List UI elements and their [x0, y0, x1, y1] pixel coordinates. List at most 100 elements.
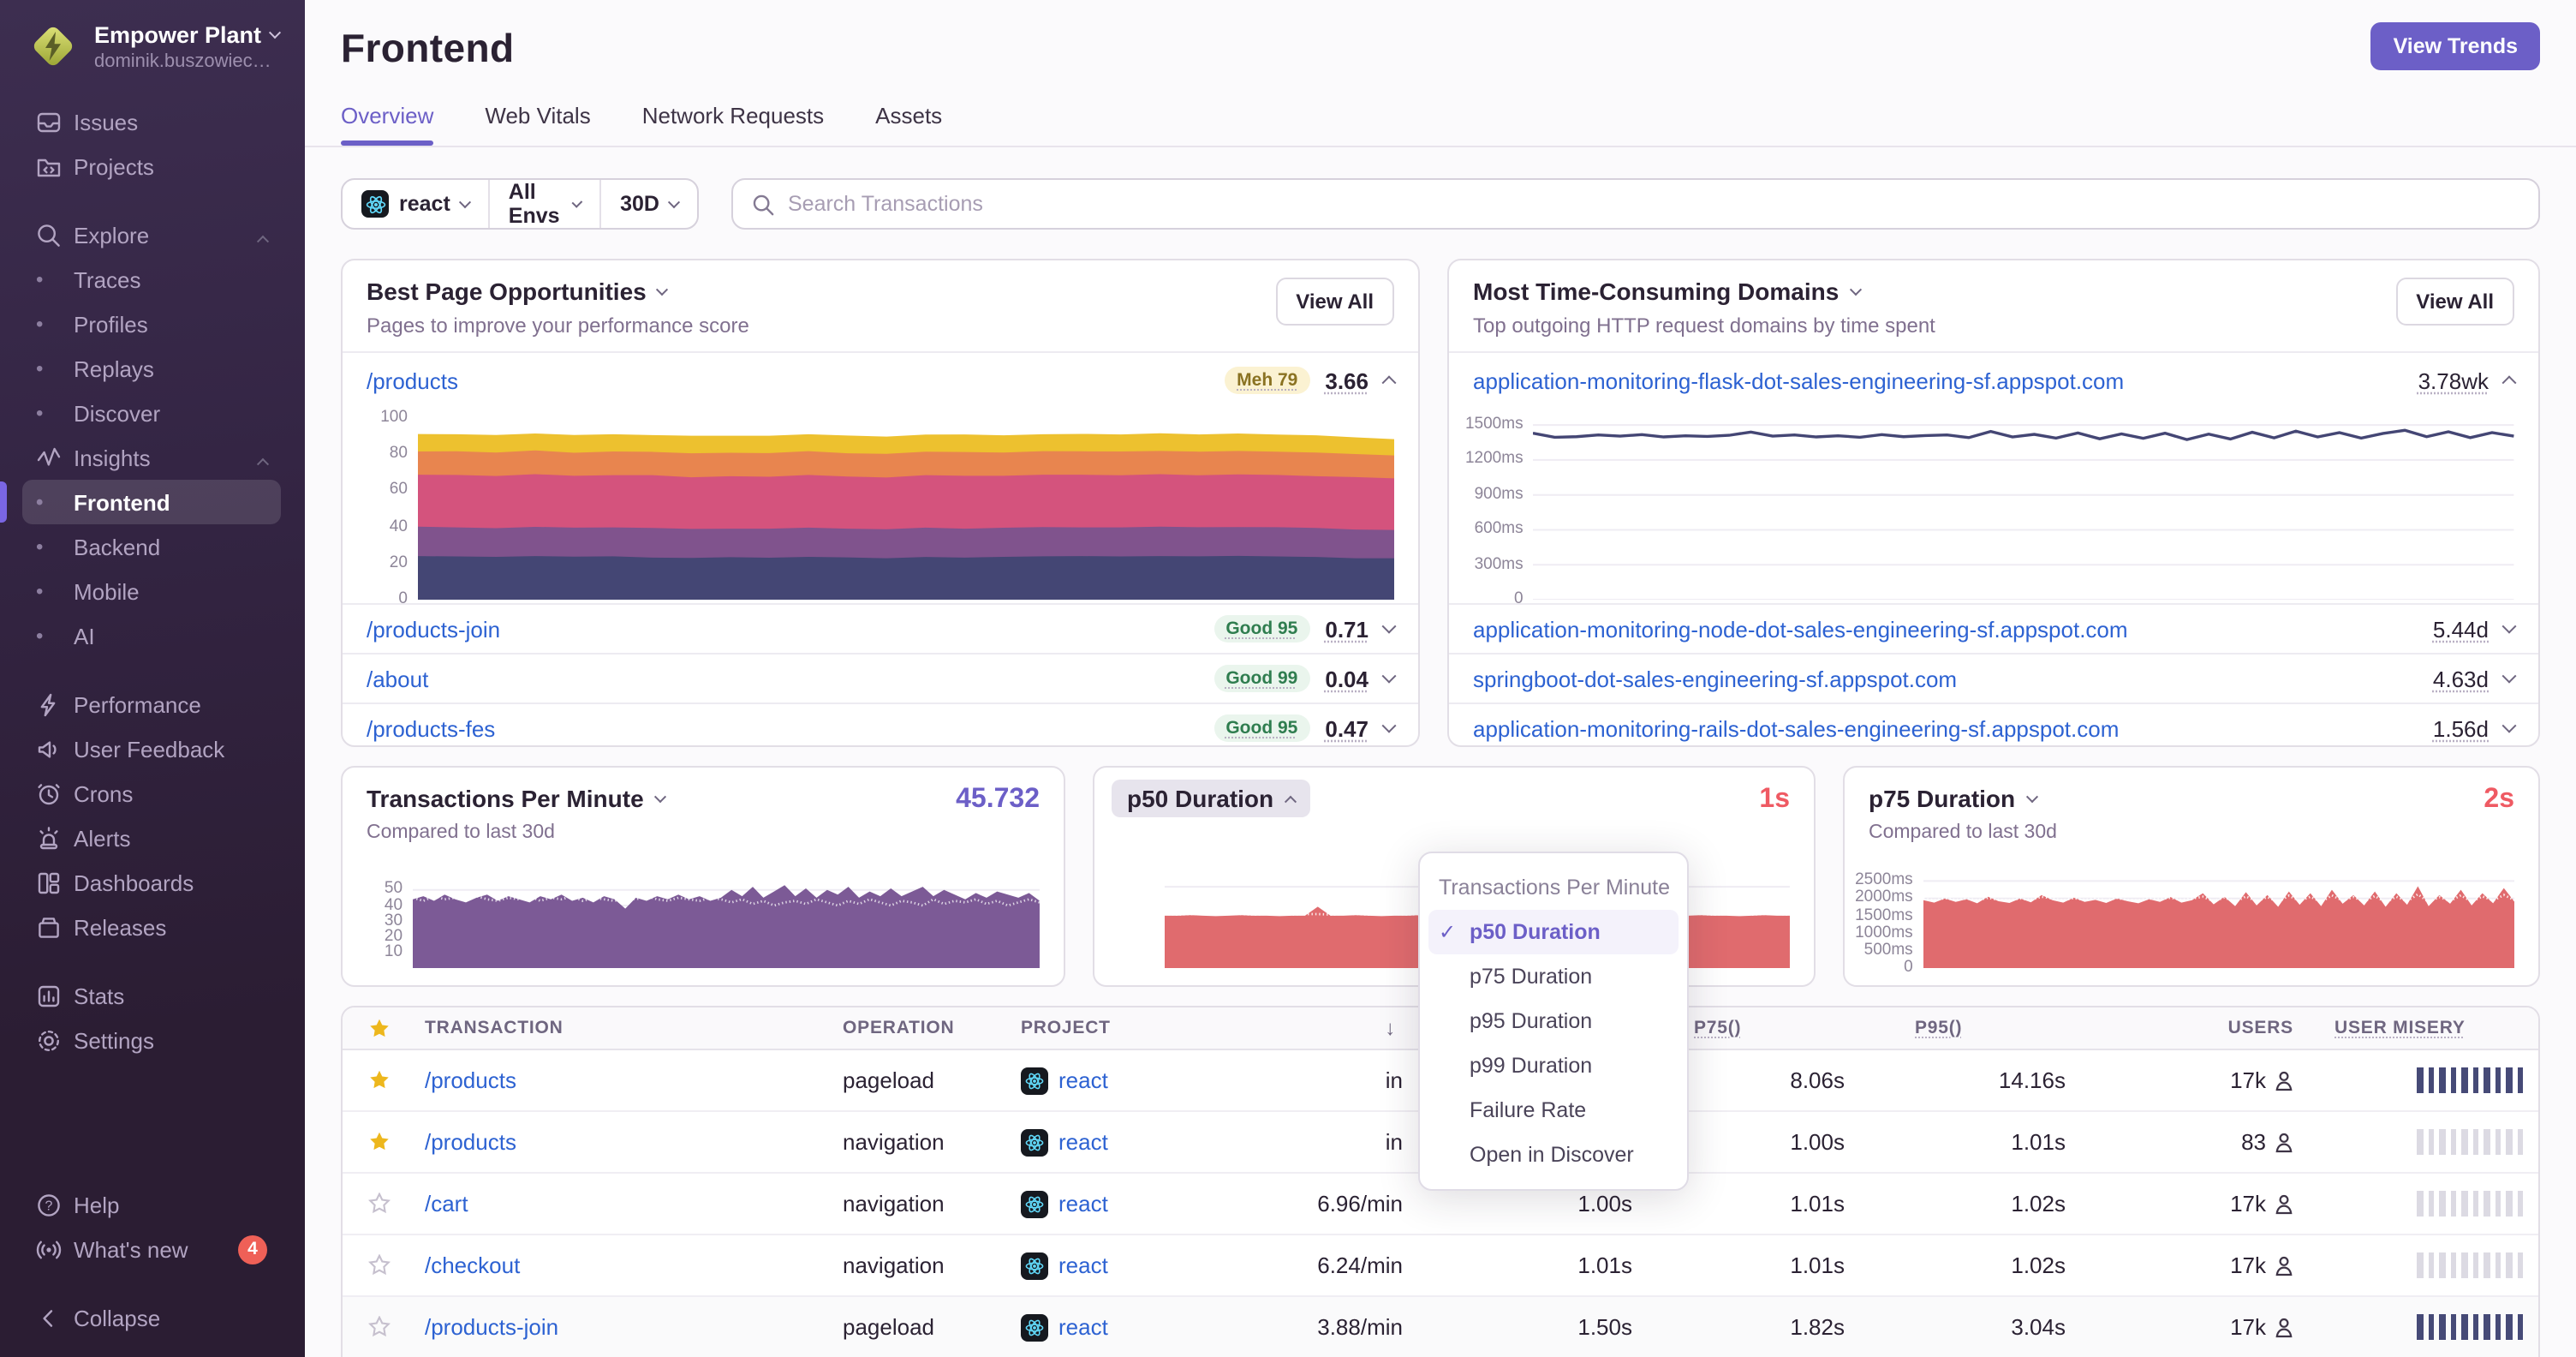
- tab-assets[interactable]: Assets: [875, 103, 942, 146]
- best-pages-title[interactable]: Best Page Opportunities: [367, 278, 647, 305]
- sidebar-item-what-s-new[interactable]: What's new 4: [22, 1227, 281, 1271]
- project-link[interactable]: react: [1058, 1252, 1108, 1278]
- sidebar-item-settings[interactable]: Settings: [22, 1018, 281, 1062]
- col-user-misery[interactable]: USER MISERY: [2334, 1018, 2466, 1038]
- project-filter[interactable]: react: [343, 180, 488, 228]
- sidebar-item-collapse[interactable]: Collapse: [22, 1295, 281, 1340]
- domains-view-all-button[interactable]: View All: [2395, 278, 2514, 326]
- domain-link[interactable]: springboot-dot-sales-engineering-sf.apps…: [1473, 666, 1957, 691]
- sidebar-item-mobile[interactable]: • Mobile: [22, 569, 281, 613]
- project-link[interactable]: react: [1058, 1314, 1108, 1340]
- row-expand-toggle[interactable]: [2501, 375, 2517, 391]
- sidebar-item-dashboards[interactable]: Dashboards: [22, 860, 281, 905]
- star-icon[interactable]: [367, 1193, 390, 1215]
- best-pages-view-all-button[interactable]: View All: [1275, 278, 1394, 326]
- sidebar-item-crons[interactable]: Crons: [22, 771, 281, 816]
- favorite-column-header[interactable]: [343, 1017, 414, 1039]
- period-filter[interactable]: 30D: [599, 180, 697, 228]
- sidebar-item-stats[interactable]: Stats: [22, 973, 281, 1018]
- time-spent-value[interactable]: 1.56d: [2433, 715, 2489, 741]
- row-expand-toggle[interactable]: [2501, 718, 2517, 733]
- menu-item-p99-duration[interactable]: p99 Duration: [1428, 1043, 1679, 1088]
- col-p75[interactable]: P75(): [1694, 1018, 1741, 1038]
- page-link[interactable]: /products-fes: [367, 715, 495, 741]
- sort-down-icon[interactable]: ↓: [1201, 1016, 1406, 1040]
- sidebar-item-traces[interactable]: • Traces: [22, 257, 281, 302]
- menu-item-transactions-per-minute[interactable]: Transactions Per Minute: [1428, 865, 1679, 910]
- sidebar-item-backend[interactable]: • Backend: [22, 524, 281, 569]
- favorite-toggle[interactable]: [343, 1069, 414, 1091]
- opportunity-score[interactable]: 0.71: [1325, 616, 1368, 642]
- domain-link[interactable]: application-monitoring-flask-dot-sales-e…: [1473, 368, 2124, 393]
- domain-link[interactable]: application-monitoring-rails-dot-sales-e…: [1473, 715, 2119, 741]
- transaction-link[interactable]: /checkout: [425, 1252, 520, 1278]
- menu-item-p50-duration[interactable]: ✓ p50 Duration: [1428, 910, 1679, 954]
- time-spent-value[interactable]: 5.44d: [2433, 616, 2489, 642]
- row-expand-toggle[interactable]: [1381, 668, 1397, 684]
- menu-item-p95-duration[interactable]: p95 Duration: [1428, 999, 1679, 1043]
- view-trends-button[interactable]: View Trends: [2370, 22, 2540, 70]
- star-icon[interactable]: [367, 1069, 390, 1091]
- row-expand-toggle[interactable]: [1381, 375, 1397, 391]
- favorite-toggle[interactable]: [343, 1254, 414, 1276]
- opportunity-score[interactable]: 0.47: [1325, 715, 1368, 741]
- favorite-toggle[interactable]: [343, 1316, 414, 1338]
- row-expand-toggle[interactable]: [1381, 718, 1397, 733]
- sidebar-item-user-feedback[interactable]: User Feedback: [22, 726, 281, 771]
- sidebar-item-issues[interactable]: Issues: [22, 99, 281, 144]
- menu-item-open-in-discover[interactable]: Open in Discover: [1428, 1133, 1679, 1177]
- col-users[interactable]: USERS: [2069, 1018, 2297, 1038]
- row-expand-toggle[interactable]: [2501, 668, 2517, 684]
- col-transaction[interactable]: TRANSACTION: [414, 1018, 832, 1038]
- transaction-link[interactable]: /products: [425, 1067, 516, 1093]
- project-link[interactable]: react: [1058, 1067, 1108, 1093]
- star-icon[interactable]: [367, 1254, 390, 1276]
- tpm-title[interactable]: Transactions Per Minute: [367, 785, 644, 812]
- col-project[interactable]: PROJECT: [1004, 1018, 1201, 1038]
- menu-item-failure-rate[interactable]: Failure Rate: [1428, 1088, 1679, 1133]
- domains-title[interactable]: Most Time-Consuming Domains: [1473, 278, 1839, 305]
- row-expand-toggle[interactable]: [1381, 619, 1397, 634]
- domain-link[interactable]: application-monitoring-node-dot-sales-en…: [1473, 616, 2128, 642]
- sidebar-item-releases[interactable]: Releases: [22, 905, 281, 949]
- star-icon[interactable]: [367, 1316, 390, 1338]
- sidebar-item-alerts[interactable]: Alerts: [22, 816, 281, 860]
- sidebar-item-replays[interactable]: • Replays: [22, 346, 281, 391]
- row-expand-toggle[interactable]: [2501, 619, 2517, 634]
- project-link[interactable]: react: [1058, 1191, 1108, 1217]
- time-spent-value[interactable]: 4.63d: [2433, 666, 2489, 691]
- menu-item-p75-duration[interactable]: p75 Duration: [1428, 954, 1679, 999]
- sidebar-item-insights[interactable]: Insights: [22, 435, 281, 480]
- p50-metric-selector[interactable]: p50 Duration: [1112, 780, 1310, 817]
- page-link[interactable]: /products-join: [367, 616, 500, 642]
- env-filter[interactable]: All Envs: [487, 180, 599, 228]
- sidebar-item-projects[interactable]: Projects: [22, 144, 281, 188]
- transaction-link[interactable]: /cart: [425, 1191, 468, 1217]
- col-operation[interactable]: OPERATION: [832, 1018, 1004, 1038]
- project-link[interactable]: react: [1058, 1129, 1108, 1155]
- sidebar-item-discover[interactable]: • Discover: [22, 391, 281, 435]
- sidebar-item-performance[interactable]: Performance: [22, 682, 281, 726]
- tab-overview[interactable]: Overview: [341, 103, 434, 146]
- time-spent-value[interactable]: 3.78wk: [2418, 368, 2489, 393]
- page-link[interactable]: /about: [367, 666, 428, 691]
- search-input[interactable]: [788, 192, 2519, 216]
- transaction-link[interactable]: /products-join: [425, 1314, 558, 1340]
- col-p95[interactable]: P95(): [1915, 1018, 1962, 1038]
- page-link[interactable]: /products: [367, 368, 458, 393]
- transaction-link[interactable]: /products: [425, 1129, 516, 1155]
- favorite-toggle[interactable]: [343, 1193, 414, 1215]
- opportunity-score[interactable]: 3.66: [1325, 368, 1368, 393]
- p75-title[interactable]: p75 Duration: [1869, 785, 2015, 812]
- sidebar-item-ai[interactable]: • AI: [22, 613, 281, 658]
- tab-network-requests[interactable]: Network Requests: [642, 103, 824, 146]
- org-switcher[interactable]: Empower Plant dominik.buszowiec…: [0, 0, 305, 96]
- sidebar-item-help[interactable]: ? Help: [22, 1182, 281, 1227]
- favorite-toggle[interactable]: [343, 1131, 414, 1153]
- sidebar-item-frontend[interactable]: • Frontend: [0, 480, 281, 524]
- sidebar-item-profiles[interactable]: • Profiles: [22, 302, 281, 346]
- opportunity-score[interactable]: 0.04: [1325, 666, 1368, 691]
- star-icon[interactable]: [367, 1131, 390, 1153]
- sidebar-item-explore[interactable]: Explore: [22, 212, 281, 257]
- tab-web-vitals[interactable]: Web Vitals: [485, 103, 590, 146]
